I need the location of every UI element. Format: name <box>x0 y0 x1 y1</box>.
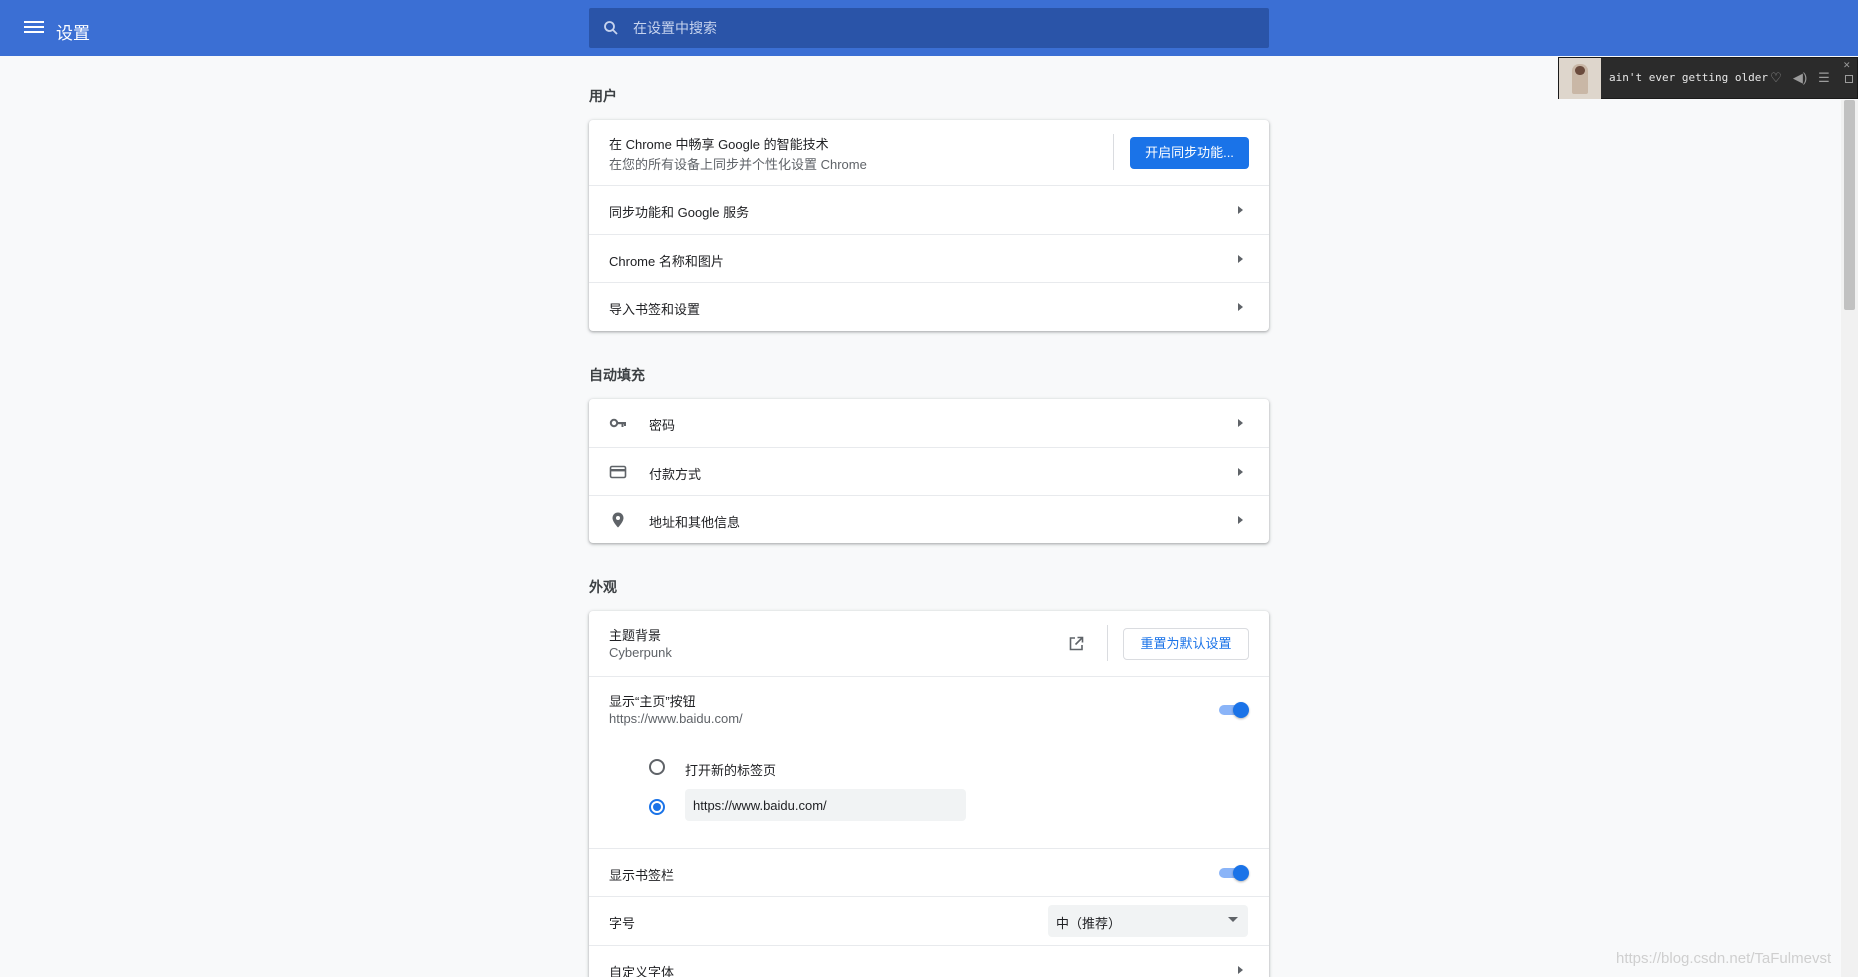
sidebar-item-chrome-name[interactable]: Chrome 名称和图片 <box>589 234 1269 282</box>
sync-subtitle: 在您的所有设备上同步并个性化设置 Chrome <box>609 157 867 172</box>
radio-new-tab[interactable] <box>649 759 665 775</box>
chevron-right-icon[interactable] <box>1238 966 1243 974</box>
home-button-toggle[interactable] <box>1217 702 1249 718</box>
radio-custom-url[interactable] <box>649 799 665 815</box>
custom-fonts-row[interactable]: 自定义字体 <box>589 945 1269 977</box>
font-size-value: 中（推荐） <box>1056 916 1122 931</box>
minimize-icon[interactable] <box>1845 75 1853 83</box>
row-label: 地址和其他信息 <box>649 515 741 530</box>
custom-fonts-label: 自定义字体 <box>609 965 675 977</box>
chevron-right-icon[interactable] <box>1238 516 1243 524</box>
bookmarks-bar-row: 显示书签栏 <box>589 848 1269 896</box>
section-title-autofill: 自动填充 <box>589 367 645 383</box>
theme-label: 主题背景 <box>609 628 662 643</box>
sync-title: 在 Chrome 中畅享 Google 的智能技术 <box>609 137 829 152</box>
user-card: 在 Chrome 中畅享 Google 的智能技术 在您的所有设备上同步并个性化… <box>589 120 1269 331</box>
key-icon <box>609 418 626 428</box>
sidebar-item-import-bookmarks[interactable]: 导入书签和设置 <box>589 282 1269 331</box>
watermark: https://blog.csdn.net/TaFulmevst <box>1616 950 1832 967</box>
chevron-down-icon <box>1228 917 1238 922</box>
theme-row: 主题背景 Cyberpunk 重置为默认设置 <box>589 611 1269 676</box>
volume-icon[interactable]: ◀) <box>1792 70 1808 86</box>
open-in-new-icon[interactable] <box>1067 635 1085 653</box>
font-size-row: 字号 中（推荐） <box>589 896 1269 945</box>
bookmarks-bar-label: 显示书签栏 <box>609 868 675 883</box>
custom-url-input[interactable] <box>685 789 966 821</box>
menu-icon[interactable] <box>22 18 46 38</box>
reset-theme-button[interactable]: 重置为默认设置 <box>1123 628 1249 660</box>
turn-on-sync-button[interactable]: 开启同步功能... <box>1130 137 1249 169</box>
autofill-passwords-row[interactable]: 密码 <box>589 399 1269 447</box>
divider <box>1107 625 1108 661</box>
music-player-widget: ain't ever getting older ♡ ◀) ☰ ✕ <box>1558 57 1858 99</box>
sync-promo-row: 在 Chrome 中畅享 Google 的智能技术 在您的所有设备上同步并个性化… <box>589 120 1269 185</box>
chevron-right-icon[interactable] <box>1238 419 1243 427</box>
scrollbar[interactable] <box>1841 100 1858 977</box>
row-label: 密码 <box>649 418 676 433</box>
radio-new-tab-label: 打开新的标签页 <box>685 763 777 778</box>
home-button-row: 显示“主页”按钮 https://www.baidu.com/ 打开新的标签页 <box>589 676 1269 848</box>
heart-icon[interactable]: ♡ <box>1768 70 1784 86</box>
autofill-payments-row[interactable]: 付款方式 <box>589 447 1269 495</box>
chevron-right-icon[interactable] <box>1238 206 1243 214</box>
credit-card-icon <box>609 465 627 479</box>
row-label: Chrome 名称和图片 <box>609 254 724 269</box>
location-pin-icon <box>612 512 624 528</box>
chevron-right-icon[interactable] <box>1238 468 1243 476</box>
song-title: ain't ever getting older <box>1609 71 1768 84</box>
section-title-appearance: 外观 <box>589 579 617 595</box>
close-icon[interactable]: ✕ <box>1843 60 1853 70</box>
appearance-card: 主题背景 Cyberpunk 重置为默认设置 显示“主页”按钮 https://… <box>589 611 1269 977</box>
autofill-card: 密码 付款方式 地址和其他信息 <box>589 399 1269 543</box>
home-button-label: 显示“主页”按钮 <box>609 694 696 709</box>
playlist-icon[interactable]: ☰ <box>1816 70 1832 86</box>
album-cover <box>1559 58 1601 99</box>
bookmarks-bar-toggle[interactable] <box>1217 865 1249 881</box>
home-button-url: https://www.baidu.com/ <box>609 711 743 726</box>
autofill-addresses-row[interactable]: 地址和其他信息 <box>589 495 1269 543</box>
search-input[interactable] <box>633 8 1253 48</box>
page-title: 设置 <box>56 24 90 43</box>
row-label: 导入书签和设置 <box>609 302 701 317</box>
theme-value: Cyberpunk <box>609 645 672 660</box>
scrollbar-thumb[interactable] <box>1844 100 1855 310</box>
sidebar-item-sync-services[interactable]: 同步功能和 Google 服务 <box>589 185 1269 234</box>
row-label: 同步功能和 Google 服务 <box>609 205 750 220</box>
search-icon <box>604 21 618 35</box>
divider <box>1113 134 1114 170</box>
row-label: 付款方式 <box>649 467 702 482</box>
section-title-user: 用户 <box>589 88 617 104</box>
search-box[interactable] <box>589 8 1269 48</box>
chevron-right-icon[interactable] <box>1238 303 1243 311</box>
font-size-label: 字号 <box>609 916 636 931</box>
font-size-select[interactable]: 中（推荐） <box>1048 905 1248 937</box>
top-bar: 设置 <box>0 0 1858 56</box>
chevron-right-icon[interactable] <box>1238 255 1243 263</box>
